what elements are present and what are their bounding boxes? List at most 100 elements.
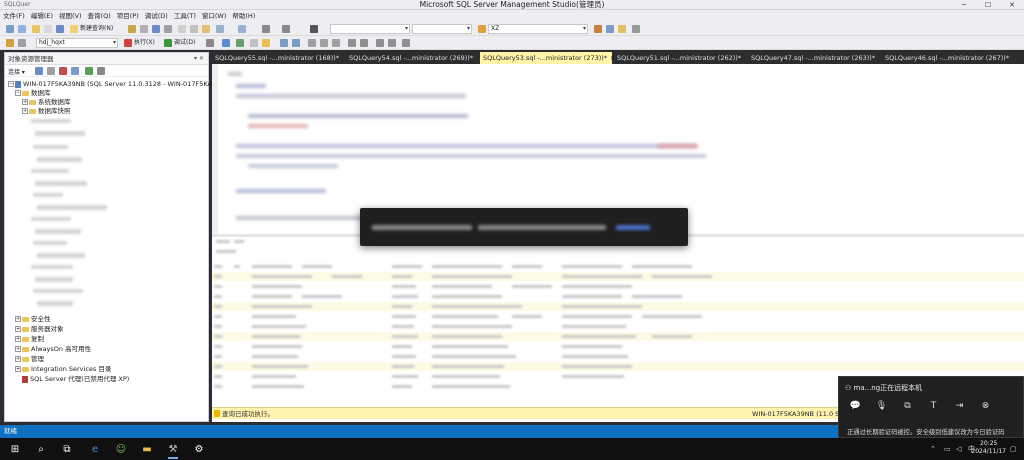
analysis-query-icon[interactable] xyxy=(140,25,148,33)
connect-db-icon[interactable] xyxy=(35,67,43,75)
table-row[interactable] xyxy=(212,322,1024,331)
results-grid-icon[interactable] xyxy=(320,39,328,47)
table-row[interactable] xyxy=(212,342,1024,351)
uncomment-icon[interactable] xyxy=(360,39,368,47)
expand-icon[interactable]: + xyxy=(22,108,28,114)
navigate-forward-icon[interactable] xyxy=(282,25,290,33)
tab-sqlquery46[interactable]: SQLQuery46.sql -...ministrator (267))* xyxy=(882,52,1022,64)
settings-gear-icon[interactable]: ⚙ xyxy=(192,442,206,456)
tree-snapshots-node[interactable]: + 数据库快照 xyxy=(22,107,71,116)
connect-icon[interactable] xyxy=(6,39,14,47)
app-green-icon[interactable]: ☺ xyxy=(114,442,128,456)
xmla-query-icon[interactable] xyxy=(164,25,172,33)
tree-security-node[interactable]: + 安全性 xyxy=(15,315,51,324)
blurred-db-item[interactable] xyxy=(33,145,68,149)
properties-icon[interactable] xyxy=(594,25,602,33)
expand-icon[interactable]: + xyxy=(15,316,21,322)
text-icon[interactable]: T xyxy=(925,399,942,413)
ie-browser-icon[interactable]: e xyxy=(88,442,102,456)
tree-server-objects-node[interactable]: + 服务器对象 xyxy=(15,325,64,334)
close-button[interactable]: ✕ xyxy=(1000,0,1024,10)
tree-databases-node[interactable]: − 数据库 xyxy=(15,89,51,98)
expand-icon[interactable]: + xyxy=(22,99,28,105)
blurred-db-item[interactable] xyxy=(31,169,69,173)
include-plan-icon[interactable] xyxy=(280,39,288,47)
menu-view[interactable]: 视图(V) xyxy=(56,10,85,22)
mdx-query-icon[interactable] xyxy=(152,25,160,33)
table-row[interactable] xyxy=(212,262,1024,271)
back-icon[interactable] xyxy=(6,25,14,33)
menu-file[interactable]: 文件(F) xyxy=(0,10,28,22)
table-row[interactable] xyxy=(212,292,1024,301)
screen-share-icon[interactable]: ⧉ xyxy=(899,399,916,413)
new-project-icon[interactable] xyxy=(32,25,40,33)
blurred-db-item[interactable] xyxy=(37,157,82,162)
tree-integration-node[interactable]: + Integration Services 目录 xyxy=(15,365,111,374)
debug-icon[interactable] xyxy=(164,39,172,47)
tab-sqlquery55[interactable]: SQLQuery55.sql -...ministrator (168))* xyxy=(212,52,344,64)
toolbox-icon[interactable] xyxy=(606,25,614,33)
cut-icon[interactable] xyxy=(178,25,186,33)
execute-icon[interactable] xyxy=(124,39,132,47)
blurred-db-item[interactable] xyxy=(35,181,87,186)
blurred-db-item[interactable] xyxy=(35,277,73,282)
cancel-query-icon[interactable] xyxy=(206,39,214,47)
blurred-db-item[interactable] xyxy=(33,289,83,293)
notification-toast[interactable] xyxy=(360,208,688,246)
client-stats-icon[interactable] xyxy=(292,39,300,47)
open-file-icon[interactable] xyxy=(44,25,52,33)
table-row[interactable] xyxy=(212,362,1024,371)
table-row[interactable] xyxy=(212,272,1024,281)
blurred-db-item[interactable] xyxy=(31,119,71,123)
platform-combo[interactable] xyxy=(412,24,472,34)
expand-icon[interactable]: + xyxy=(15,346,21,352)
blurred-db-item[interactable] xyxy=(31,265,73,269)
disconnect-close-icon[interactable]: ⊗ xyxy=(977,399,994,413)
blurred-db-item[interactable] xyxy=(31,217,71,221)
execute-button[interactable]: 执行(X) xyxy=(134,39,155,47)
redo-icon[interactable] xyxy=(238,25,246,33)
table-row[interactable] xyxy=(212,282,1024,291)
tree-alwayson-node[interactable]: + AlwaysOn 高可用性 xyxy=(15,345,91,354)
query-options-icon[interactable] xyxy=(250,39,258,47)
refresh-icon[interactable] xyxy=(85,67,93,75)
tree-replication-node[interactable]: + 复制 xyxy=(15,335,44,344)
navigate-back-icon[interactable] xyxy=(262,25,270,33)
menu-help[interactable]: 帮助(H) xyxy=(229,10,258,22)
collapse-icon[interactable]: − xyxy=(8,81,14,87)
blurred-db-item[interactable] xyxy=(37,205,107,210)
solution-explorer-icon[interactable] xyxy=(618,25,626,33)
panel-pin-icon[interactable]: ▾ ✕ xyxy=(194,53,204,65)
menu-tools[interactable]: 工具(T) xyxy=(171,10,199,22)
start-menu-icon[interactable]: ⊞ xyxy=(8,442,22,456)
volume-icon[interactable]: ◁ xyxy=(956,442,961,456)
blurred-db-item[interactable] xyxy=(37,301,73,306)
start-debug-icon[interactable] xyxy=(310,25,318,33)
disconnect-icon[interactable] xyxy=(47,67,55,75)
change-connection-icon[interactable] xyxy=(18,39,26,47)
toolbar-options-icon[interactable] xyxy=(632,25,640,33)
file-explorer-icon[interactable]: ▬ xyxy=(140,442,154,456)
expand-icon[interactable]: + xyxy=(15,356,21,362)
blurred-db-item[interactable] xyxy=(33,241,67,245)
tree-management-node[interactable]: + 管理 xyxy=(15,355,44,364)
parse-icon[interactable] xyxy=(222,39,230,47)
file-transfer-icon[interactable]: ⇥ xyxy=(951,399,968,413)
expand-icon[interactable]: + xyxy=(15,336,21,342)
tab-sqlquery54[interactable]: SQLQuery54.sql -...ministrator (269))* xyxy=(346,52,478,64)
blurred-db-item[interactable] xyxy=(35,229,81,234)
table-row[interactable] xyxy=(212,332,1024,341)
search-icon[interactable]: ⌕ xyxy=(34,442,48,456)
network-icon[interactable]: ▭ xyxy=(944,442,951,456)
connect-button[interactable]: 连接 ▾ xyxy=(8,67,25,76)
table-row[interactable] xyxy=(212,302,1024,311)
maximize-button[interactable]: ☐ xyxy=(976,0,1000,10)
paste-icon[interactable] xyxy=(202,25,210,33)
filter-icon[interactable] xyxy=(71,67,79,75)
menu-project[interactable]: 项目(P) xyxy=(114,10,142,22)
activity-monitor-icon[interactable] xyxy=(97,67,105,75)
stop-icon[interactable] xyxy=(59,67,67,75)
tab-sqlquery51[interactable]: SQLQuery51.sql -...ministrator (262))* xyxy=(614,52,746,64)
forward-icon[interactable] xyxy=(18,25,26,33)
toast-link-blur[interactable] xyxy=(616,225,650,230)
